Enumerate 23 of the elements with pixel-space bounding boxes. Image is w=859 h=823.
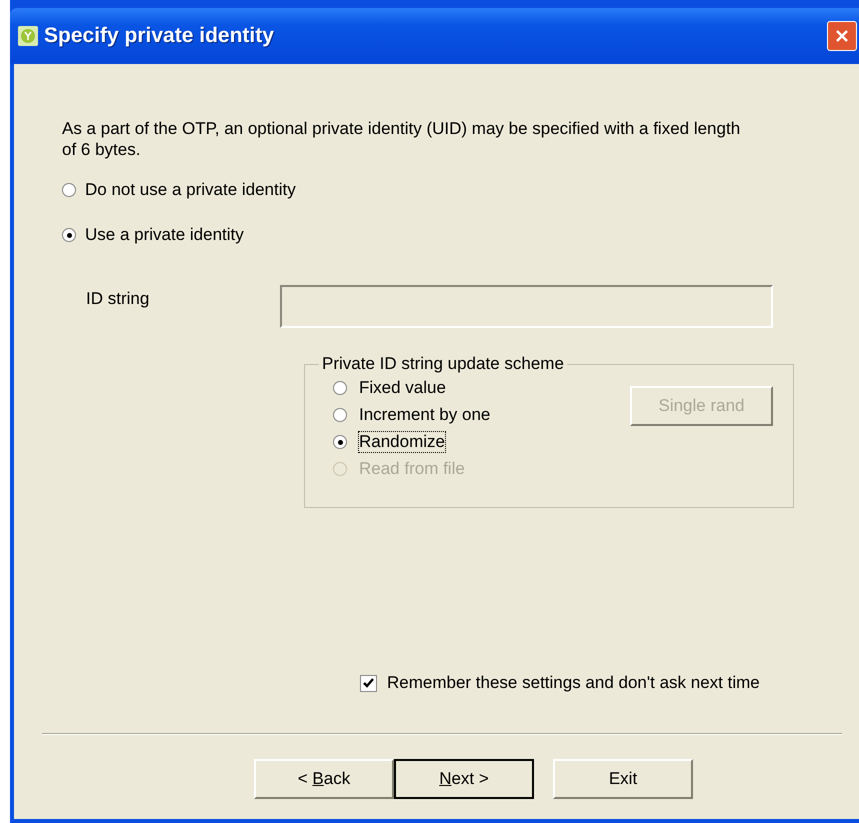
app-icon [18, 26, 38, 46]
radio-label: Randomize [359, 432, 445, 452]
radio-button[interactable] [333, 408, 347, 422]
intro-text: As a part of the OTP, an optional private identity (UID) may be specified with a fixed length of 6 bytes. [62, 118, 742, 160]
group-title: Private ID string update scheme [321, 354, 565, 374]
radio-label: Read from file [359, 459, 465, 479]
dialog-button[interactable]: < Back [254, 759, 394, 799]
field-label: ID string [85, 288, 150, 308]
radio-button[interactable] [333, 435, 347, 449]
radio-button[interactable] [62, 228, 76, 242]
close-icon [835, 29, 849, 43]
dialog-button[interactable]: Exit [553, 759, 693, 799]
window-title: Specify private identity [44, 24, 274, 48]
checkbox[interactable] [360, 674, 377, 692]
dialog-button[interactable]: Next > [394, 759, 534, 799]
radio-label: Use a private identity [85, 225, 244, 245]
radio-button[interactable] [62, 183, 76, 197]
radio-button[interactable] [333, 381, 347, 395]
close-button[interactable] [827, 21, 857, 51]
checkbox-label: Remember these settings and don't ask next time [387, 673, 760, 693]
radio-label: Do not use a private identity [85, 180, 296, 200]
radio-label: Fixed value [359, 378, 446, 398]
radio-label: Increment by one [359, 405, 490, 425]
